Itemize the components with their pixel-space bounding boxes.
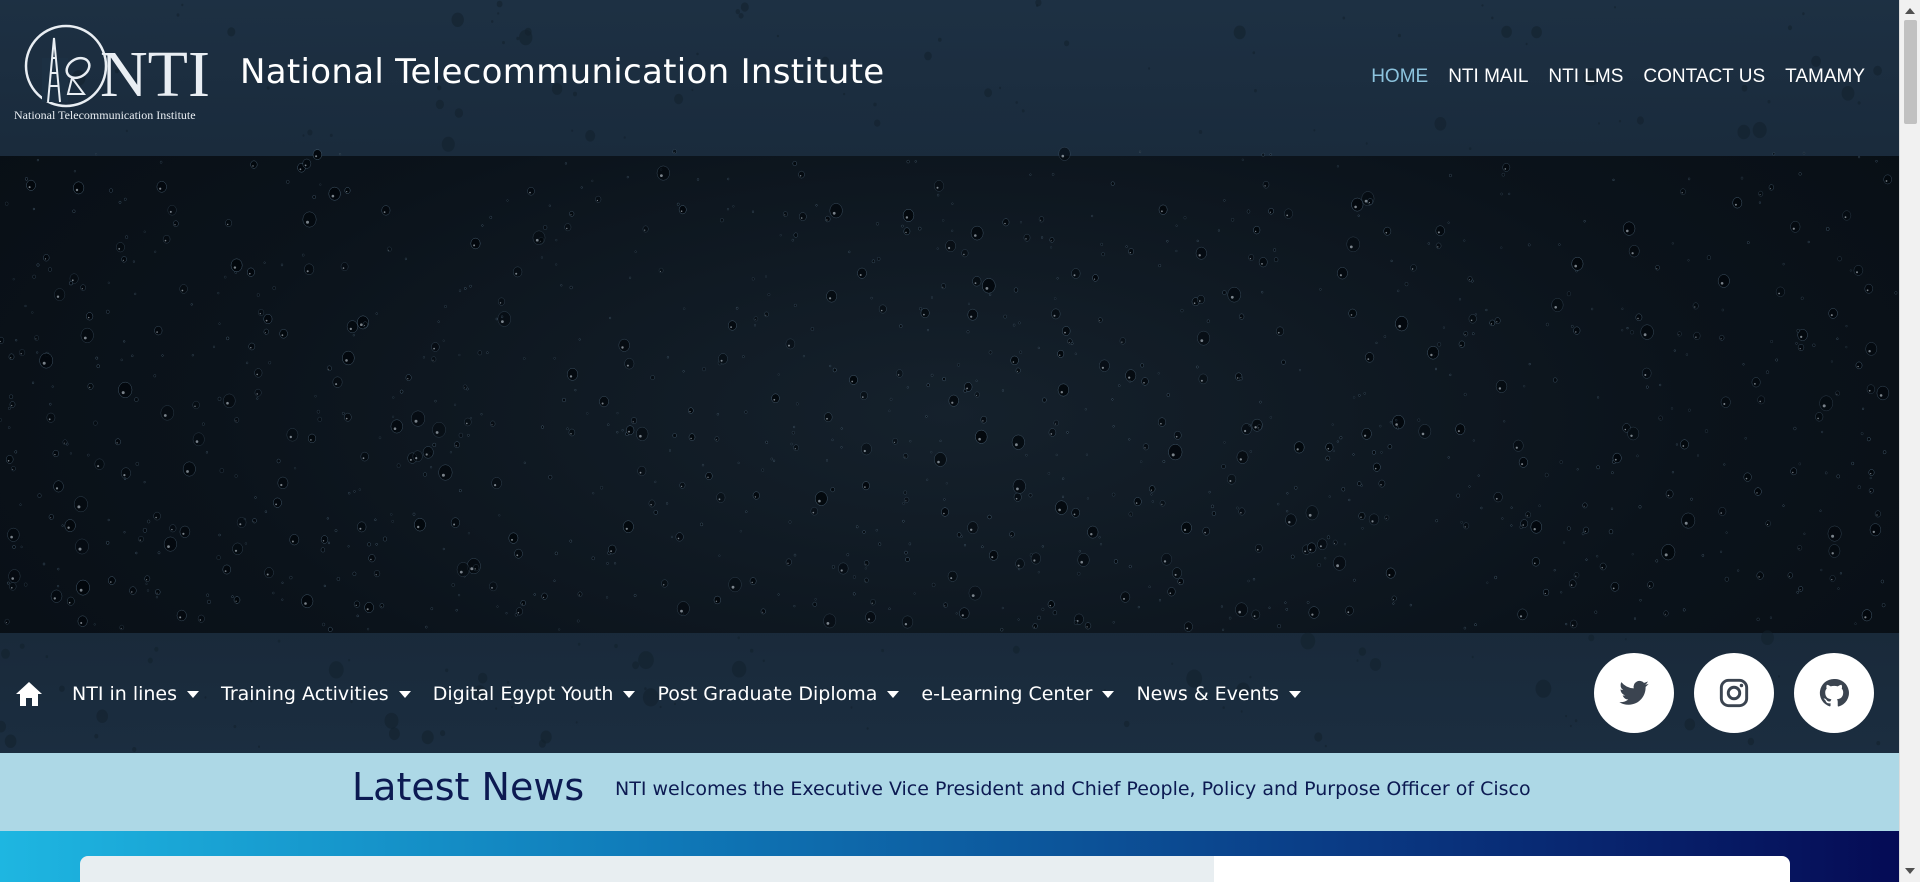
- latest-news-title: Latest News: [352, 765, 585, 809]
- scroll-thumb[interactable]: [1904, 20, 1917, 124]
- main-navigation: NTI in lines Training Activities Digital…: [14, 674, 1323, 714]
- menu-nti-in-lines[interactable]: NTI in lines: [72, 683, 200, 705]
- page-scrollbar[interactable]: [1899, 0, 1920, 882]
- instagram-icon: [1719, 678, 1749, 708]
- content-card-left: [80, 856, 1215, 882]
- nav-link-contact-us[interactable]: CONTACT US: [1633, 66, 1775, 88]
- chevron-down-icon: [1102, 690, 1115, 698]
- chevron-down-icon: [398, 690, 411, 698]
- site-title[interactable]: National Telecommunication Institute: [240, 52, 885, 92]
- menu-label: Training Activities: [221, 683, 389, 705]
- top-navigation: HOME NTI MAIL NTI LMS CONTACT US TAMAMY: [1361, 66, 1875, 88]
- chevron-down-icon: [1289, 690, 1302, 698]
- menu-label: NTI in lines: [72, 683, 178, 705]
- nav-link-nti-lms[interactable]: NTI LMS: [1538, 66, 1633, 88]
- latest-news-bar: Latest News NTI welcomes the Executive V…: [0, 753, 1899, 831]
- menu-news-events[interactable]: News & Events: [1136, 683, 1302, 705]
- logo-caption: National Telecommunication Institute: [14, 108, 196, 122]
- content-card-right: [1214, 856, 1790, 882]
- menu-digital-egypt-youth[interactable]: Digital Egypt Youth: [433, 683, 636, 705]
- menu-training-activities[interactable]: Training Activities: [221, 683, 411, 705]
- twitter-icon: [1619, 680, 1649, 705]
- home-icon[interactable]: [14, 680, 44, 708]
- menu-label: Digital Egypt Youth: [432, 683, 614, 705]
- menu-e-learning-center[interactable]: e-Learning Center: [921, 683, 1115, 705]
- menu-label: e-Learning Center: [921, 683, 1093, 705]
- menu-post-graduate-diploma[interactable]: Post Graduate Diploma: [657, 683, 900, 705]
- nav-link-home[interactable]: HOME: [1361, 66, 1438, 88]
- chevron-down-icon: [187, 690, 200, 698]
- nav-link-tamamy[interactable]: TAMAMY: [1775, 66, 1875, 88]
- logo-mark-text: NTI: [100, 38, 210, 111]
- nti-logo-mark: NTI: [24, 24, 210, 111]
- nav-link-nti-mail[interactable]: NTI MAIL: [1438, 66, 1538, 88]
- latest-news-ticker[interactable]: NTI welcomes the Executive Vice Presiden…: [615, 778, 1531, 800]
- scroll-up-arrow-icon[interactable]: [1905, 8, 1915, 14]
- scroll-down-arrow-icon[interactable]: [1905, 868, 1915, 874]
- chevron-down-icon: [623, 690, 636, 698]
- github-icon: [1819, 678, 1849, 707]
- chevron-down-icon: [887, 690, 900, 698]
- menu-label: Post Graduate Diploma: [657, 683, 878, 705]
- twitter-button[interactable]: [1594, 653, 1674, 733]
- github-button[interactable]: [1794, 653, 1874, 733]
- page: NTI National Telecommunication Institute…: [0, 0, 1899, 882]
- nti-logo[interactable]: NTI National Telecommunication Institute: [14, 18, 220, 122]
- instagram-button[interactable]: [1694, 653, 1774, 733]
- menu-label: News & Events: [1136, 683, 1280, 705]
- raindrops-decoration: [0, 0, 1898, 752]
